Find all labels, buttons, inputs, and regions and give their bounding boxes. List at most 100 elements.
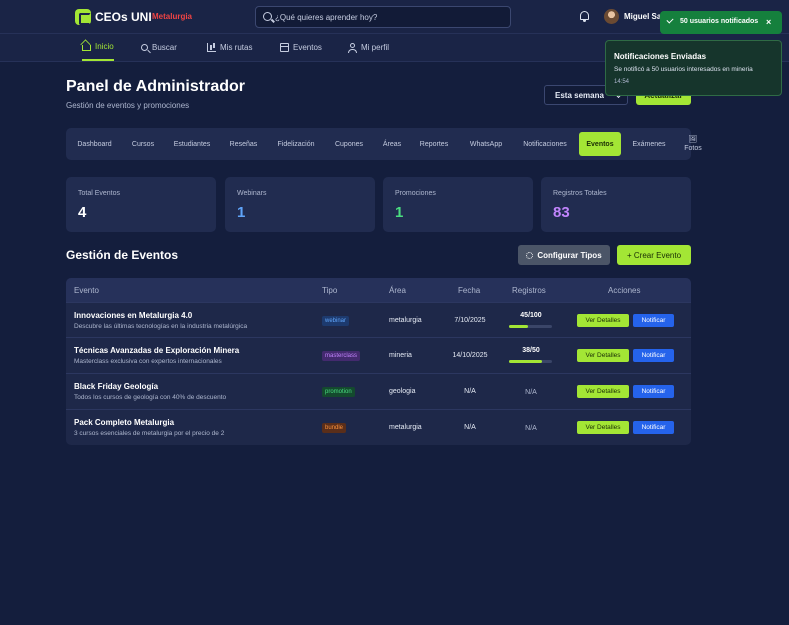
nav-label: Inicio xyxy=(95,42,114,51)
registrations-count: 38/50 xyxy=(522,347,540,354)
toast-time: 14:54 xyxy=(614,79,630,85)
notify-button[interactable]: Notificar xyxy=(633,314,674,327)
notify-button[interactable]: Notificar xyxy=(633,349,674,362)
event-date: N/A xyxy=(464,424,476,431)
event-description: Descubre las últimas tecnologías en la i… xyxy=(74,323,248,330)
event-title: Pack Completo Metalurgia xyxy=(74,418,175,427)
tab-dashboard[interactable]: Dashboard xyxy=(70,132,119,156)
tab-resenas[interactable]: Reseñas xyxy=(221,132,266,156)
event-area: metalurgia xyxy=(389,317,422,324)
view-details-button[interactable]: Ver Detalles xyxy=(577,385,629,398)
stat-card-total-eventos: Total Eventos 4 xyxy=(66,177,216,232)
search-icon xyxy=(141,44,148,51)
tab-fidelizacion[interactable]: Fidelización xyxy=(270,132,322,156)
nav-label: Mis rutas xyxy=(220,43,253,52)
event-date: 7/10/2025 xyxy=(454,317,486,324)
nav-item-mis-rutas[interactable]: Mis rutas xyxy=(207,34,252,61)
brand-tag: Metalurgia xyxy=(152,12,193,21)
avatar[interactable] xyxy=(604,9,619,24)
search-input[interactable] xyxy=(275,7,505,27)
table-row: Pack Completo Metalurgia 3 cursos esenci… xyxy=(66,409,691,445)
tab-estudiantes[interactable]: Estudiantes xyxy=(167,132,217,156)
tab-cupones[interactable]: Cupones xyxy=(326,132,372,156)
bell-icon[interactable] xyxy=(580,11,589,22)
success-toast: 50 usuarios notificados × xyxy=(660,11,782,34)
search-icon xyxy=(263,12,272,21)
type-badge: promotion xyxy=(322,387,355,397)
nav-item-inicio[interactable]: Inicio xyxy=(82,34,114,61)
stat-card-registros-totales: Registros Totales 83 xyxy=(541,177,691,232)
logo-icon[interactable] xyxy=(75,9,91,25)
tab-reportes[interactable]: Reportes xyxy=(412,132,456,156)
column-header: Acciones xyxy=(608,286,641,295)
table-row: Innovaciones en Metalurgia 4.0 Descubre … xyxy=(66,302,691,338)
home-icon xyxy=(82,45,91,51)
column-header: Tipo xyxy=(322,286,338,295)
nav-item-buscar[interactable]: Buscar xyxy=(141,34,177,61)
event-title: Técnicas Avanzadas de Exploración Minera xyxy=(74,346,240,355)
chart-icon xyxy=(207,43,216,52)
events-table: Evento Tipo Área Fecha Registros Accione… xyxy=(66,278,691,445)
view-details-button[interactable]: Ver Detalles xyxy=(577,314,629,327)
notify-button[interactable]: Notificar xyxy=(633,421,674,434)
tab-eventos[interactable]: Eventos xyxy=(579,132,621,156)
close-icon[interactable]: × xyxy=(766,17,771,27)
create-event-button[interactable]: + Crear Evento xyxy=(617,245,691,265)
stat-value: 83 xyxy=(553,204,570,221)
tab-cursos[interactable]: Cursos xyxy=(123,132,163,156)
view-details-button[interactable]: Ver Detalles xyxy=(577,349,629,362)
tab-notificaciones[interactable]: Notificaciones xyxy=(516,132,574,156)
period-value: Esta semana xyxy=(555,91,604,100)
table-header: Evento Tipo Área Fecha Registros Accione… xyxy=(66,278,691,302)
event-date: 14/10/2025 xyxy=(452,352,488,359)
page-subtitle: Gestión de eventos y promociones xyxy=(66,101,190,110)
progress-fill xyxy=(509,325,529,328)
view-details-button[interactable]: Ver Detalles xyxy=(577,421,629,434)
event-description: Masterclass exclusiva con expertos inter… xyxy=(74,358,222,365)
event-area: metalurgia xyxy=(389,424,422,431)
column-header: Evento xyxy=(74,286,99,295)
user-icon xyxy=(348,43,357,53)
nav-label: Eventos xyxy=(293,43,322,52)
type-badge: bundle xyxy=(322,423,347,433)
event-title: Black Friday Geología xyxy=(74,382,159,391)
nav-label: Buscar xyxy=(152,43,177,52)
stat-value: 1 xyxy=(237,204,246,221)
stat-label: Webinars xyxy=(237,190,267,197)
stat-value: 1 xyxy=(395,204,404,221)
table-row: Black Friday Geología Todos los cursos d… xyxy=(66,373,691,409)
brand-name[interactable]: CEOs UNI xyxy=(95,10,152,24)
user-name[interactable]: Miguel Sa xyxy=(624,12,661,21)
configure-types-button[interactable]: Configurar Tipos xyxy=(518,245,610,265)
table-row: Técnicas Avanzadas de Exploración Minera… xyxy=(66,337,691,373)
tab-whatsapp[interactable]: WhatsApp xyxy=(460,132,512,156)
page-title: Panel de Administrador xyxy=(66,78,245,95)
search-box[interactable] xyxy=(255,6,511,28)
registrations-count: N/A xyxy=(525,389,537,396)
tab-examenes[interactable]: Exámenes xyxy=(626,132,672,156)
notification-toast: Notificaciones Enviadas Se notificó a 50… xyxy=(605,40,782,96)
admin-tabs: Dashboard Cursos Estudiantes Reseñas Fid… xyxy=(66,128,702,160)
image-icon: 🖼 xyxy=(688,136,698,143)
stat-label: Registros Totales xyxy=(553,190,607,197)
toast-message: Se notificó a 50 usuarios interesados en… xyxy=(614,66,753,73)
progress-fill xyxy=(509,360,542,363)
stat-card-promociones: Promociones 1 xyxy=(383,177,533,232)
nav-item-mi-perfil[interactable]: Mi perfil xyxy=(348,34,389,61)
calendar-icon xyxy=(280,43,289,52)
gear-icon xyxy=(526,251,534,259)
stat-label: Total Eventos xyxy=(78,190,121,197)
tab-areas[interactable]: Áreas xyxy=(376,132,408,156)
check-icon xyxy=(666,16,674,24)
event-description: Todos los cursos de geología con 40% de … xyxy=(74,394,227,401)
type-badge: webinar xyxy=(322,316,350,326)
column-header: Registros xyxy=(512,286,546,295)
section-title: Gestión de Eventos xyxy=(66,248,179,262)
nav-item-eventos[interactable]: Eventos xyxy=(280,34,322,61)
registrations-progress xyxy=(509,325,552,328)
event-area: mineria xyxy=(389,352,412,359)
toast-message: 50 usuarios notificados xyxy=(680,18,759,25)
event-area: geologia xyxy=(389,388,416,395)
notify-button[interactable]: Notificar xyxy=(633,385,674,398)
tab-fotos[interactable]: 🖼 Fotos xyxy=(678,132,708,156)
